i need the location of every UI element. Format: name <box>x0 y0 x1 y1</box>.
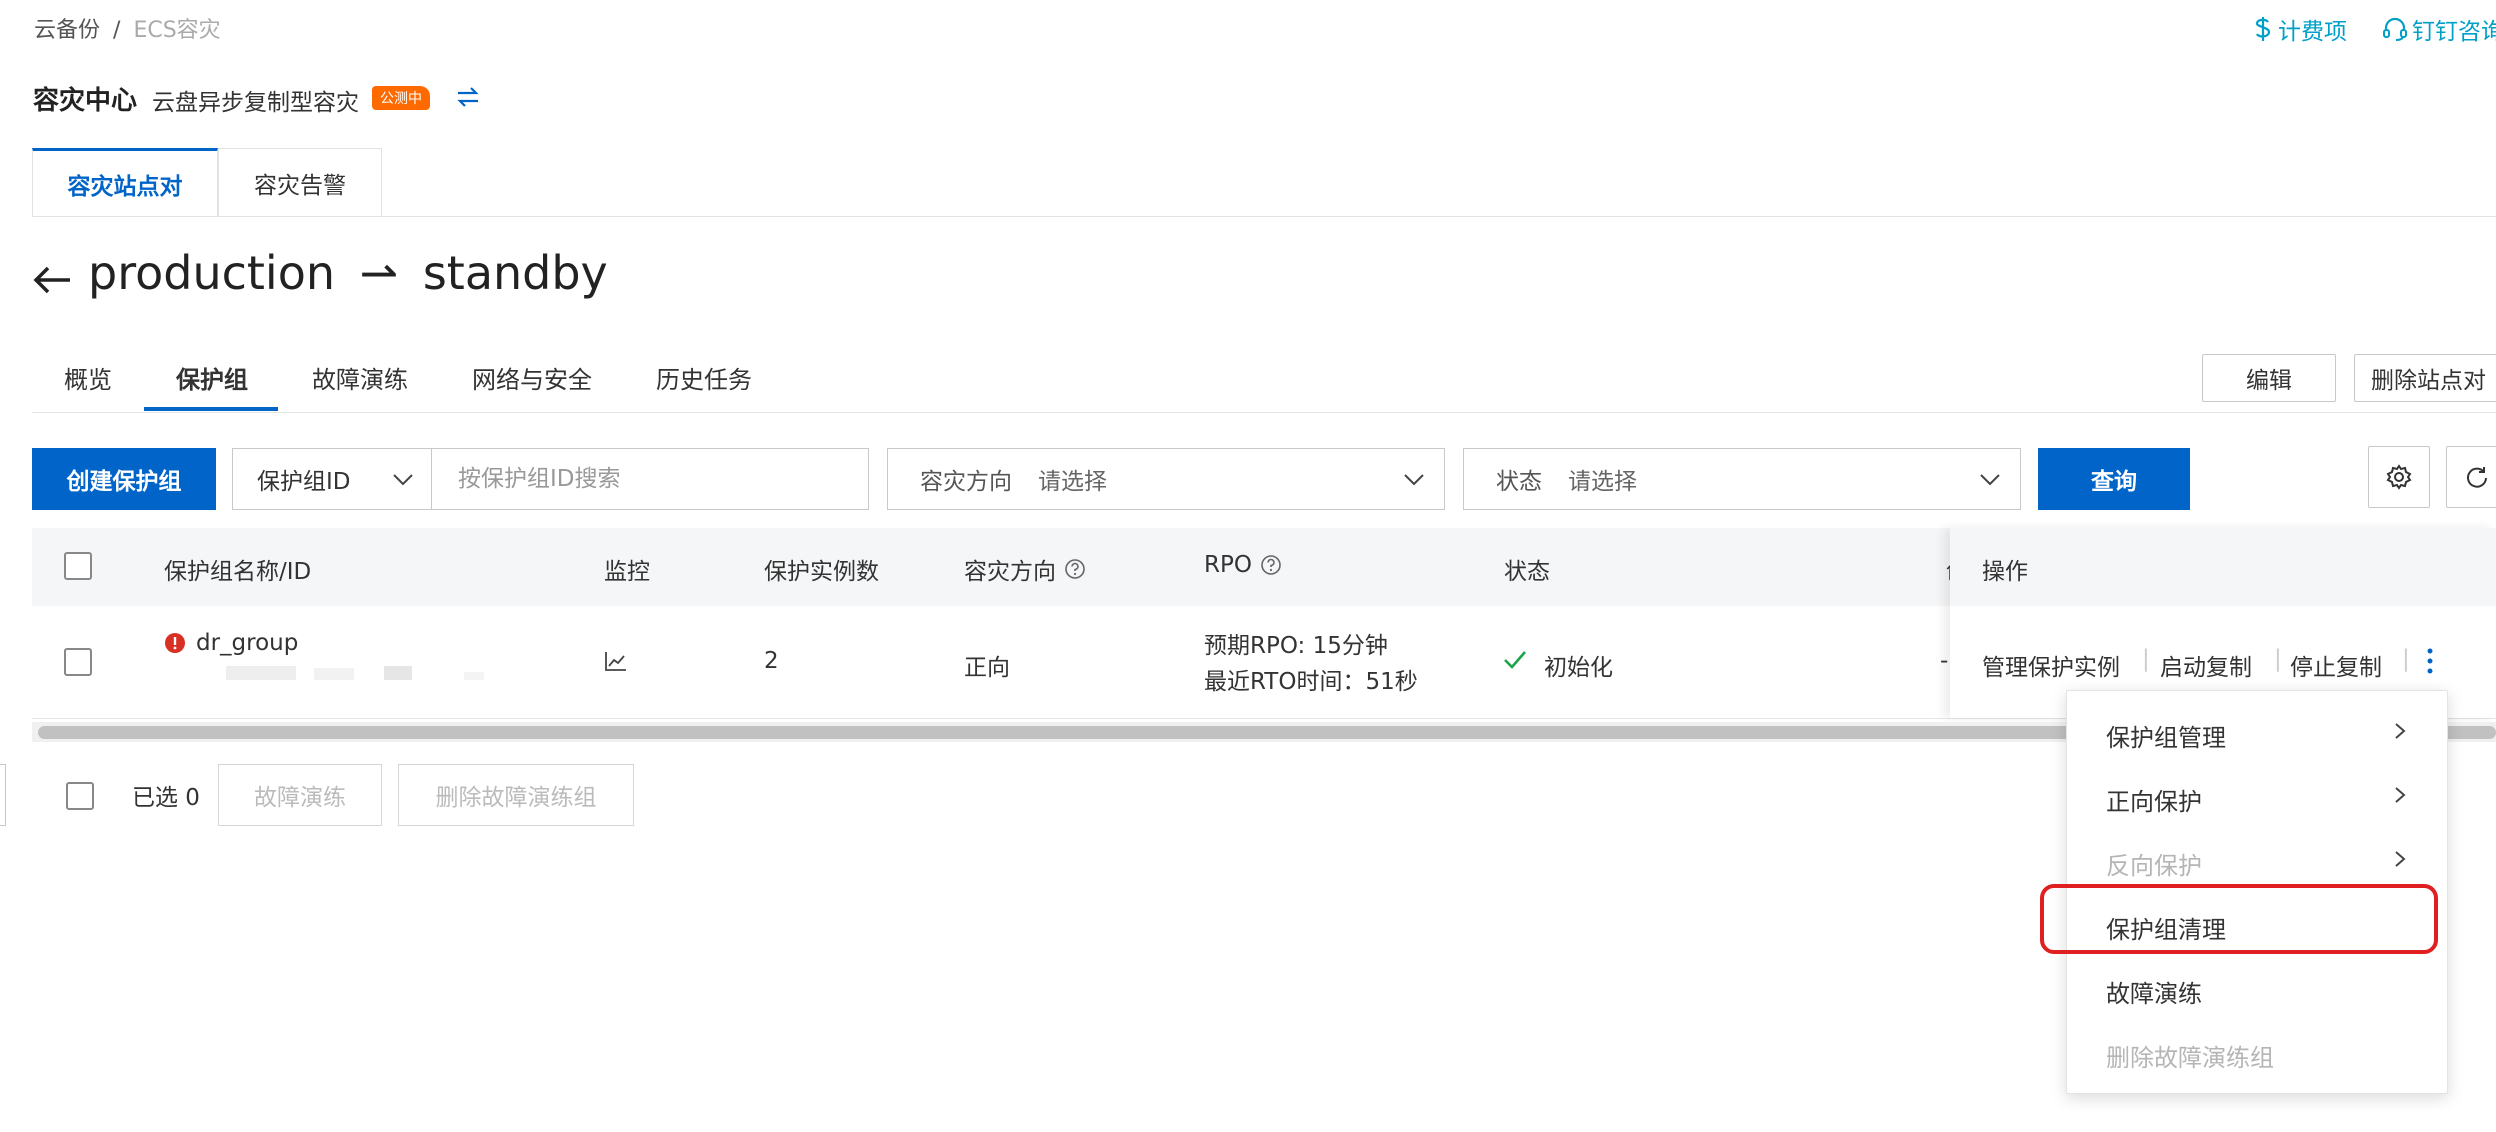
dingtalk-link[interactable]: 钉钉咨询 <box>2382 12 2496 46</box>
status-select[interactable]: 状态 请选择 <box>1463 448 2021 510</box>
product-subtitle: 云盘异步复制型容灾 <box>152 90 359 116</box>
header-direction: 容灾方向 <box>964 552 1086 586</box>
subtab-history-tasks[interactable]: 历史任务 <box>656 360 752 395</box>
headset-icon <box>2383 17 2407 41</box>
billing-link-label: 计费项 <box>2278 19 2347 45</box>
edit-button[interactable]: 编辑 <box>2202 354 2336 402</box>
header-operations: 操作 <box>1982 559 2028 585</box>
breadcrumb-current: ECS容灾 <box>133 18 221 43</box>
target-site: standby <box>422 246 608 300</box>
row-group-id-masked <box>164 666 484 682</box>
billing-link[interactable]: 计费项 <box>2252 12 2347 46</box>
settings-button[interactable] <box>2368 446 2430 508</box>
row-group-name[interactable]: dr_group <box>196 630 298 656</box>
source-site: production <box>88 246 336 300</box>
help-icon[interactable] <box>1260 554 1282 576</box>
chevron-down-icon <box>393 474 413 486</box>
row-status: 初始化 <box>1544 655 1613 681</box>
check-icon <box>1502 648 1528 676</box>
chevron-right-icon <box>2392 720 2408 746</box>
monitor-chart-icon[interactable] <box>604 650 628 676</box>
search-input[interactable] <box>456 465 860 493</box>
row-direction: 正向 <box>964 655 1010 681</box>
status-select-placeholder: 请选择 <box>1568 469 1637 495</box>
tab-divider <box>32 216 2496 217</box>
dollar-icon <box>2255 17 2271 41</box>
header-rpo: RPO <box>1204 552 1282 578</box>
subtab-protection-group[interactable]: 保护组 <box>176 360 248 395</box>
help-icon[interactable] <box>1064 558 1086 580</box>
op-separator: | <box>2274 646 2282 672</box>
error-icon <box>164 632 186 658</box>
create-protection-group-button[interactable]: 创建保护组 <box>32 448 216 510</box>
breadcrumb-separator: / <box>113 18 121 43</box>
start-replication-link[interactable]: 启动复制 <box>2160 648 2252 682</box>
direction-arrow: ⇀ <box>359 246 399 300</box>
direction-select-label: 容灾方向 <box>920 469 1012 495</box>
menu-item-reverse-protection: 反向保护 <box>2106 852 2202 880</box>
subtab-failover-drill[interactable]: 故障演练 <box>312 360 408 395</box>
delete-site-pair-button[interactable]: 删除站点对 <box>2354 354 2496 402</box>
menu-item-delete-drill-group: 删除故障演练组 <box>2106 1044 2274 1072</box>
switch-icon[interactable] <box>454 84 482 114</box>
subtab-divider <box>32 412 2496 413</box>
row-rpo: 预期RPO: 15分钟 最近RTO时间：51秒 <box>1204 628 1418 700</box>
refresh-icon <box>2467 467 2487 488</box>
search-key-select[interactable]: 保护组ID <box>232 448 432 510</box>
header-status: 状态 <box>1504 559 1550 585</box>
subtab-active-indicator <box>144 407 278 411</box>
manage-instances-link[interactable]: 管理保护实例 <box>1982 648 2120 682</box>
header-direction-label: 容灾方向 <box>964 559 1056 585</box>
product-title: 容灾中心 <box>33 86 138 116</box>
footer-left-edge <box>0 764 6 826</box>
query-button[interactable]: 查询 <box>2038 448 2190 510</box>
menu-item-failover-drill[interactable]: 故障演练 <box>2106 974 2202 1009</box>
chevron-right-icon <box>2392 784 2408 810</box>
dingtalk-link-label: 钉钉咨询 <box>2412 19 2496 45</box>
subtab-network-security[interactable]: 网络与安全 <box>472 360 592 395</box>
refresh-button[interactable] <box>2446 446 2496 508</box>
row-rpo-expected: 预期RPO: 15分钟 <box>1204 633 1388 659</box>
search-key-value: 保护组ID <box>257 469 351 495</box>
search-input-wrapper <box>431 448 869 510</box>
failover-drill-button: 故障演练 <box>218 764 382 826</box>
beta-badge: 公测中 <box>372 86 430 110</box>
chevron-down-icon <box>1980 474 2000 486</box>
gear-icon <box>2386 464 2412 490</box>
footer-select-all-checkbox[interactable] <box>66 782 94 810</box>
header-name: 保护组名称/ID <box>164 559 312 585</box>
delete-drill-group-button: 删除故障演练组 <box>398 764 634 826</box>
menu-item-group-management[interactable]: 保护组管理 <box>2106 718 2226 753</box>
breadcrumb-root[interactable]: 云备份 <box>34 18 100 43</box>
op-separator: | <box>2402 646 2410 672</box>
tab-dr-site-pair[interactable]: 容灾站点对 <box>32 148 218 216</box>
header-monitor: 监控 <box>604 559 650 585</box>
breadcrumb: 云备份 / ECS容灾 <box>34 12 221 44</box>
stop-replication-link: 停止复制 <box>2290 655 2382 681</box>
menu-item-forward-protection[interactable]: 正向保护 <box>2106 782 2202 817</box>
op-separator: | <box>2142 646 2150 672</box>
highlight-annotation <box>2040 884 2438 954</box>
page-title: production ⇀ standby <box>88 246 608 300</box>
tab-dr-alerts[interactable]: 容灾告警 <box>218 148 382 216</box>
header-rpo-label: RPO <box>1204 552 1252 578</box>
direction-select[interactable]: 容灾方向 请选择 <box>887 448 1445 510</box>
direction-select-placeholder: 请选择 <box>1038 469 1107 495</box>
selected-count: 已选 0 <box>132 785 200 811</box>
row-instance-count[interactable]: 2 <box>764 648 779 674</box>
more-actions-icon[interactable] <box>2424 646 2436 680</box>
subtab-overview[interactable]: 概览 <box>64 360 112 395</box>
select-all-checkbox[interactable] <box>64 552 92 580</box>
row-checkbox[interactable] <box>64 648 92 676</box>
chevron-down-icon <box>1404 474 1424 486</box>
header-instances: 保护实例数 <box>764 559 879 585</box>
row-rto-latest: 最近RTO时间：51秒 <box>1204 669 1418 695</box>
operations-header-bg <box>1950 528 2496 606</box>
chevron-right-icon <box>2392 848 2408 874</box>
row-cut-value: - <box>1940 648 1949 674</box>
status-select-label: 状态 <box>1496 469 1542 495</box>
back-arrow-icon[interactable] <box>30 258 74 302</box>
